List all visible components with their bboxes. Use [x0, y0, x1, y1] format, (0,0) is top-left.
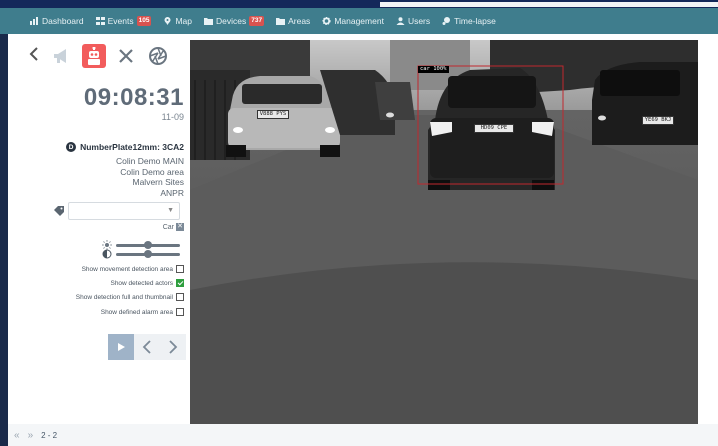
alarm-area-checkbox[interactable]: [176, 308, 184, 316]
brightness-knob[interactable]: [144, 240, 152, 249]
detection-thumbnail-checkbox[interactable]: [176, 293, 184, 301]
close-icon: [119, 49, 133, 63]
map-pin-icon: [164, 17, 171, 25]
aperture-button[interactable]: [146, 44, 170, 68]
folder-icon: [276, 18, 286, 25]
pager-prev[interactable]: «: [14, 430, 20, 441]
nav-users[interactable]: Users: [396, 16, 430, 26]
tag-icon: [54, 206, 64, 216]
events-badge: 105: [136, 16, 152, 26]
device-line: D NumberPlate12mm: 3CA2: [66, 142, 184, 152]
time-lapse-icon: [442, 17, 451, 25]
pager-next[interactable]: »: [28, 430, 34, 441]
nav-time-lapse[interactable]: Time-lapse: [442, 16, 496, 26]
left-edge: [0, 34, 8, 446]
nav-areas-label: Areas: [288, 16, 311, 26]
footer-pager: « » 2 - 2: [8, 424, 718, 446]
camera-image: [190, 40, 698, 426]
nav-areas[interactable]: Areas: [276, 16, 310, 26]
play-button[interactable]: [108, 334, 134, 360]
nav-users-label: Users: [407, 16, 431, 26]
contrast-row: [102, 249, 180, 259]
contrast-knob[interactable]: [144, 249, 152, 258]
robot-icon: [88, 47, 100, 65]
nav-time-lapse-label: Time-lapse: [454, 16, 496, 26]
device-name[interactable]: NumberPlate12mm: 3CA2: [80, 142, 184, 152]
pager-count: 2 - 2: [41, 430, 58, 440]
nav-management[interactable]: Management: [322, 16, 384, 26]
info-line: Colin Demo MAIN: [115, 156, 184, 166]
folder-icon: [204, 18, 213, 25]
user-icon: [396, 17, 405, 25]
info-line: ANPR: [160, 187, 184, 198]
main-content: 09:08:31 11-09 D NumberPlate12mm: 3CA2 C…: [8, 34, 718, 426]
chevron-right-icon: [169, 340, 178, 354]
info-line: Malvern Sites: [132, 177, 185, 187]
nav-devices-label: Devices: [216, 16, 247, 26]
plate-left: V888 PYS: [257, 110, 289, 119]
aperture-icon: [149, 47, 167, 65]
tag-car-chip: Car ✕: [163, 223, 184, 231]
plate-right: YE69 BKJ: [642, 116, 674, 125]
nav-events[interactable]: Events 105: [95, 16, 152, 26]
option-label: Show defined alarm area: [100, 308, 173, 316]
playback-controls: [108, 334, 186, 360]
tag-select[interactable]: ▼: [68, 202, 180, 220]
navbar: Dashboard Events 105 Map Devices 737 Are…: [0, 8, 718, 34]
gear-icon: [322, 17, 331, 25]
top-white-bar: [380, 2, 718, 7]
info-line: Colin Demo area: [120, 166, 184, 177]
remove-tag-icon[interactable]: ✕: [176, 223, 184, 231]
devices-badge: 737: [249, 16, 265, 26]
option-detection-thumbnail: Show detection full and thumbnail: [76, 293, 184, 301]
option-detected-actors: Show detected actors: [110, 279, 184, 287]
bar-chart-icon: [30, 17, 38, 25]
camera-frame[interactable]: car 100% V888 PYS HD09 CPE YE69 BKJ: [190, 40, 698, 426]
option-label: Show movement detection area: [81, 265, 173, 273]
megaphone-icon: [54, 49, 66, 63]
nav-management-label: Management: [334, 16, 384, 26]
option-label: Show detection full and thumbnail: [75, 293, 173, 301]
detection-label: car 100%: [418, 66, 449, 73]
movement-area-checkbox[interactable]: [176, 265, 184, 273]
clock-time: 09:08:31: [83, 84, 184, 111]
robot-button[interactable]: [82, 44, 106, 68]
device-badge: D: [66, 142, 77, 152]
nav-map-label: Map: [175, 16, 192, 26]
nav-dashboard-label: Dashboard: [42, 16, 84, 26]
toolbar: [28, 44, 170, 68]
option-alarm-area: Show defined alarm area: [101, 308, 184, 316]
clock-date: 11-09: [161, 112, 184, 122]
control-panel: 09:08:31 11-09 D NumberPlate12mm: 3CA2 C…: [8, 34, 190, 424]
device-info: Colin Demo MAIN Colin Demo area Malvern …: [116, 156, 184, 198]
detected-actors-checkbox[interactable]: [176, 279, 184, 287]
close-button[interactable]: [114, 44, 138, 68]
plate-main: HD09 CPE: [474, 124, 514, 133]
option-movement-area: Show movement detection area: [82, 265, 184, 273]
megaphone-button[interactable]: [50, 44, 74, 68]
previous-button[interactable]: [134, 334, 160, 360]
back-chevron-icon[interactable]: [28, 45, 42, 67]
contrast-slider[interactable]: [116, 249, 180, 258]
chevron-left-icon: [142, 340, 151, 354]
contrast-icon: [102, 249, 112, 259]
top-strip: [0, 0, 718, 8]
grid-icon: [95, 17, 105, 25]
play-icon: [118, 343, 125, 351]
chevron-down-icon: ▼: [167, 207, 174, 214]
brightness-slider[interactable]: [116, 240, 180, 249]
option-label: Show detected actors: [110, 279, 173, 287]
nav-devices[interactable]: Devices 737: [204, 16, 265, 26]
next-button[interactable]: [160, 334, 186, 360]
nav-events-label: Events: [107, 16, 134, 26]
nav-map[interactable]: Map: [163, 16, 192, 26]
nav-dashboard[interactable]: Dashboard: [30, 16, 84, 26]
tag-car-label: Car: [162, 223, 174, 231]
